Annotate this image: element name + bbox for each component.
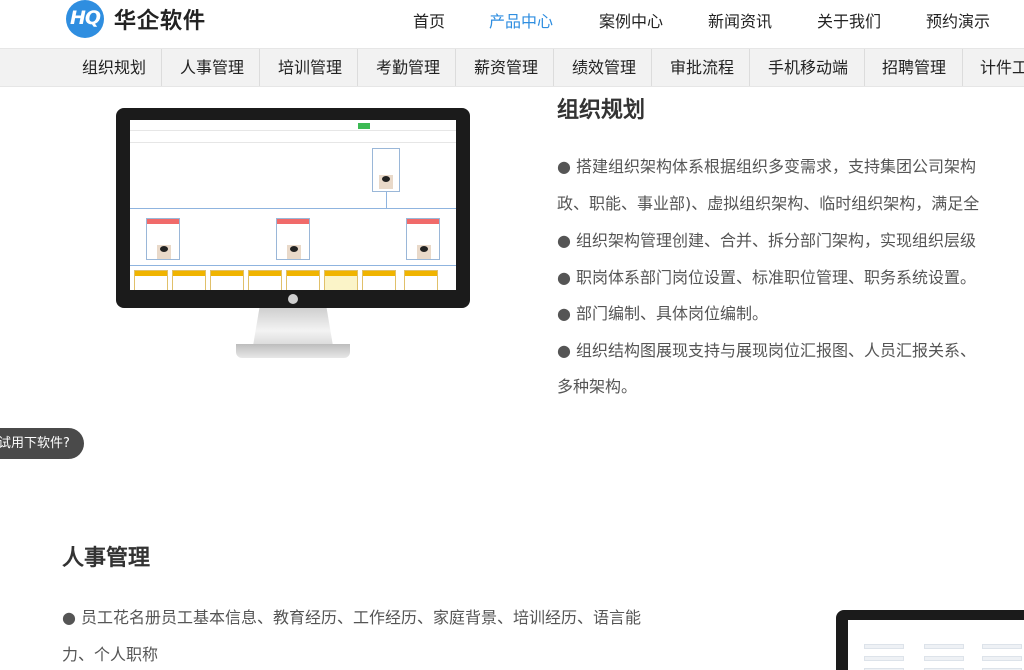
trial-float-button[interactable]: 试用下软件?	[0, 428, 84, 459]
subnav-item-hr[interactable]: 人事管理	[180, 49, 244, 86]
section1-line: ● 组织架构管理创建、合并、拆分部门架构，实现组织层级	[557, 231, 977, 250]
form-field	[864, 644, 904, 649]
section1-line: 多种架构。	[557, 377, 638, 396]
apple-icon	[288, 294, 298, 304]
org-node	[210, 270, 244, 290]
form-field	[864, 656, 904, 661]
brand-name: 华企软件	[114, 9, 207, 34]
section-title-org-planning: 组织规划	[557, 98, 646, 123]
subnav-item-recruitment[interactable]: 招聘管理	[882, 49, 946, 86]
org-connector	[130, 265, 456, 266]
hr-form-screenshot	[848, 620, 1024, 670]
section1-line: ● 组织结构图展现支持与展现岗位汇报图、人员汇报关系、	[557, 341, 977, 360]
section-title-hr: 人事管理	[62, 546, 151, 571]
org-node	[286, 270, 320, 290]
form-field	[924, 656, 964, 661]
subnav-divider	[553, 49, 554, 86]
avatar-icon	[379, 175, 393, 189]
section2-line: 力、个人职称	[62, 645, 159, 664]
logo-mark-text: HQ	[70, 7, 101, 29]
screen-toolbar-divider	[130, 130, 456, 131]
org-node-header	[407, 219, 439, 224]
subnav-divider	[962, 49, 963, 86]
org-connector	[386, 192, 387, 208]
subnav-divider	[749, 49, 750, 86]
avatar-icon	[417, 245, 431, 259]
screen-toolbar-divider	[130, 142, 456, 143]
org-node	[172, 270, 206, 290]
topnav-item-about[interactable]: 关于我们	[817, 8, 881, 32]
subnav-divider	[455, 49, 456, 86]
org-node	[406, 218, 440, 260]
subnav-divider	[259, 49, 260, 86]
topnav-item-demo[interactable]: 预约演示	[926, 8, 990, 32]
subnav-item-training[interactable]: 培训管理	[278, 49, 342, 86]
subnav-item-payroll[interactable]: 薪资管理	[474, 49, 538, 86]
subnav-item-mobile[interactable]: 手机移动端	[768, 49, 848, 86]
subnav-item-piecework[interactable]: 计件工	[980, 49, 1024, 86]
logo-mark-icon: HQ	[66, 0, 104, 38]
org-node-header	[277, 219, 309, 224]
subnav-item-approval[interactable]: 审批流程	[670, 49, 734, 86]
section1-line: 政、职能、事业部)、虚拟组织架构、临时组织架构，满足全	[557, 194, 980, 213]
section1-line: ● 部门编制、具体岗位编制。	[557, 304, 769, 323]
org-node	[146, 218, 180, 260]
section1-line: ● 搭建组织架构体系根据组织多变需求，支持集团公司架构	[557, 157, 977, 176]
monitor-illustration	[116, 108, 470, 308]
org-node	[248, 270, 282, 290]
subnav-item-performance[interactable]: 绩效管理	[572, 49, 636, 86]
org-node	[362, 270, 396, 290]
site-header: HQ 华企软件 首页 产品中心 案例中心 新闻资讯 关于我们 预约演示	[0, 0, 1024, 47]
monitor-stand	[253, 308, 333, 346]
topnav-item-news[interactable]: 新闻资讯	[708, 8, 772, 32]
topnav-item-home[interactable]: 首页	[413, 8, 445, 32]
avatar-icon	[287, 245, 301, 259]
org-chart-screenshot	[130, 120, 456, 290]
section2-line: ● 员工花名册员工基本信息、教育经历、工作经历、家庭背景、培训经历、语言能	[62, 608, 642, 627]
screen-action-button	[358, 123, 370, 129]
org-node-header	[147, 219, 179, 224]
topnav-item-products[interactable]: 产品中心	[489, 8, 553, 32]
org-node-root	[372, 148, 400, 192]
product-subnav: 组织规划 人事管理 培训管理 考勤管理 薪资管理 绩效管理 审批流程 手机移动端…	[0, 48, 1024, 87]
org-node	[324, 270, 358, 290]
topnav-item-cases[interactable]: 案例中心	[599, 8, 663, 32]
org-node	[134, 270, 168, 290]
org-connector	[130, 208, 456, 209]
subnav-divider	[357, 49, 358, 86]
section1-line: ● 职岗体系部门岗位设置、标准职位管理、职务系统设置。	[557, 268, 977, 287]
form-field	[982, 656, 1022, 661]
subnav-item-attendance[interactable]: 考勤管理	[376, 49, 440, 86]
subnav-divider	[864, 49, 865, 86]
brand-logo[interactable]: HQ 华企软件	[66, 0, 206, 38]
form-field	[924, 644, 964, 649]
subnav-divider	[651, 49, 652, 86]
monitor-illustration-hr	[836, 610, 1024, 670]
subnav-divider	[161, 49, 162, 86]
monitor-base	[236, 344, 350, 358]
subnav-item-org-planning[interactable]: 组织规划	[82, 49, 146, 86]
org-node	[404, 270, 438, 290]
form-field	[982, 644, 1022, 649]
avatar-icon	[157, 245, 171, 259]
org-node	[276, 218, 310, 260]
